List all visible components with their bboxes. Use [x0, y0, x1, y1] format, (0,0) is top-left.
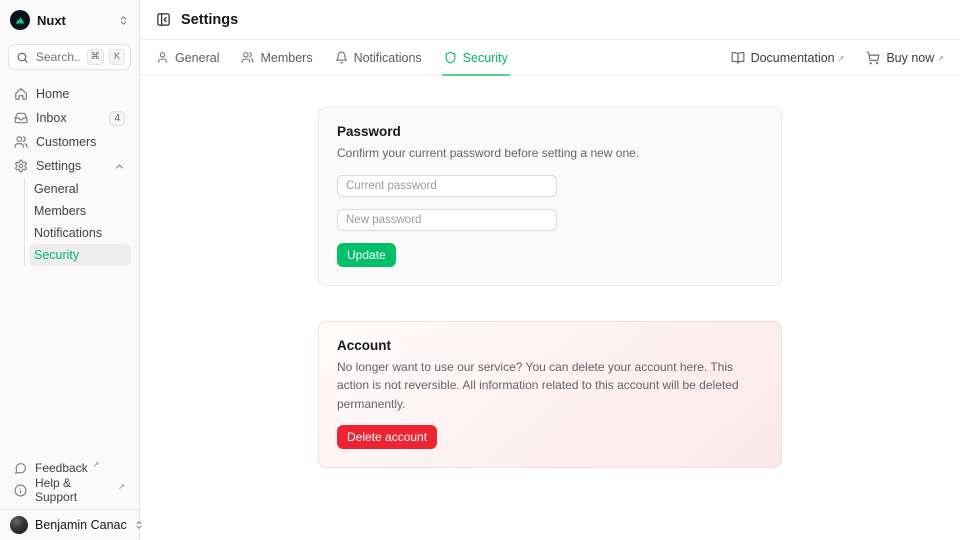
account-card-title: Account [337, 338, 763, 353]
account-card-description: No longer want to use our service? You c… [337, 358, 763, 414]
user-menu[interactable]: Benjamin Canac [0, 509, 139, 540]
sub-item-label: Security [34, 248, 79, 262]
top-link-label: Buy now [886, 51, 934, 65]
help-support-link[interactable]: Help & Support ↗ [8, 479, 131, 501]
external-link-icon: ↗ [937, 54, 944, 63]
sidebar-item-settings-general[interactable]: General [29, 178, 131, 200]
buy-now-link[interactable]: Buy now ↗ [866, 51, 944, 65]
tab-members[interactable]: Members [241, 40, 312, 75]
sidebar-nav: Home Inbox 4 Customers Settings [0, 82, 139, 178]
sidebar-item-inbox[interactable]: Inbox 4 [8, 106, 131, 130]
sidebar-item-settings-security[interactable]: Security [29, 244, 131, 266]
home-icon [14, 87, 28, 101]
update-password-button[interactable]: Update [337, 243, 396, 267]
tab-security[interactable]: Security [444, 40, 508, 75]
external-link-icon: ↗ [93, 460, 100, 469]
sidebar-item-settings[interactable]: Settings [8, 154, 131, 178]
inbox-count-badge: 4 [109, 111, 125, 126]
shield-icon [444, 51, 457, 64]
kbd-k: K [109, 49, 125, 65]
user-icon [156, 51, 169, 64]
sidebar-item-label: Home [36, 87, 69, 101]
search-field[interactable] [34, 49, 82, 65]
tab-label: Security [463, 51, 508, 65]
search-icon [16, 51, 29, 64]
chevron-up-icon [114, 161, 125, 172]
settings-content: Password Confirm your current password b… [140, 76, 960, 540]
tab-label: General [175, 51, 219, 65]
sidebar-item-label: Customers [36, 135, 96, 149]
users-icon [241, 51, 254, 64]
sub-item-label: Members [34, 204, 86, 218]
external-link-icon: ↗ [838, 54, 845, 63]
current-password-field[interactable] [337, 175, 557, 197]
tab-label: Notifications [354, 51, 422, 65]
main-area: Settings General Members Notifications S… [140, 0, 960, 540]
password-card-description: Confirm your current password before set… [337, 144, 763, 163]
delete-account-button[interactable]: Delete account [337, 425, 437, 449]
footer-link-label: Feedback [35, 461, 88, 475]
cart-icon [866, 51, 880, 65]
inbox-icon [14, 111, 28, 125]
sub-item-label: Notifications [34, 226, 102, 240]
chevrons-up-down-icon [118, 15, 129, 26]
workspace-name: Nuxt [37, 13, 111, 28]
sidebar-item-label: Inbox [36, 111, 67, 125]
search-input[interactable]: ⌘ K [8, 44, 131, 70]
kbd-meta: ⌘ [87, 49, 105, 65]
header-links: Documentation ↗ Buy now ↗ [731, 51, 944, 65]
info-icon [14, 484, 27, 497]
book-icon [731, 51, 745, 65]
workspace-selector[interactable]: Nuxt [0, 0, 139, 40]
top-link-label: Documentation [751, 51, 835, 65]
nuxt-logo [10, 10, 30, 30]
password-card: Password Confirm your current password b… [318, 107, 782, 286]
tab-general[interactable]: General [156, 40, 219, 75]
sidebar-item-label: Settings [36, 159, 81, 173]
sidebar-footer: Feedback ↗ Help & Support ↗ [0, 455, 139, 509]
external-link-icon: ↗ [118, 482, 125, 491]
tab-notifications[interactable]: Notifications [335, 40, 422, 75]
documentation-link[interactable]: Documentation ↗ [731, 51, 845, 65]
sidebar: Nuxt ⌘ K Home Inbox 4 [0, 0, 140, 540]
sidebar-item-settings-members[interactable]: Members [29, 200, 131, 222]
settings-subnav: General Members Notifications Security [24, 178, 131, 266]
avatar [10, 516, 28, 534]
collapse-sidebar-icon[interactable] [156, 12, 171, 27]
user-name: Benjamin Canac [35, 518, 127, 532]
password-card-title: Password [337, 124, 763, 139]
footer-link-label: Help & Support [35, 476, 113, 504]
bell-icon [335, 51, 348, 64]
sidebar-item-home[interactable]: Home [8, 82, 131, 106]
sidebar-spacer [0, 266, 139, 455]
gear-icon [14, 159, 28, 173]
chat-bubble-icon [14, 462, 27, 475]
tab-label: Members [260, 51, 312, 65]
users-icon [14, 135, 28, 149]
sidebar-item-settings-notifications[interactable]: Notifications [29, 222, 131, 244]
account-card: Account No longer want to use our servic… [318, 321, 782, 469]
page-title: Settings [181, 12, 238, 28]
sidebar-item-customers[interactable]: Customers [8, 130, 131, 154]
sub-item-label: General [34, 182, 78, 196]
page-header: Settings [140, 0, 960, 40]
new-password-field[interactable] [337, 209, 557, 231]
settings-tabbar: General Members Notifications Security [140, 40, 960, 76]
